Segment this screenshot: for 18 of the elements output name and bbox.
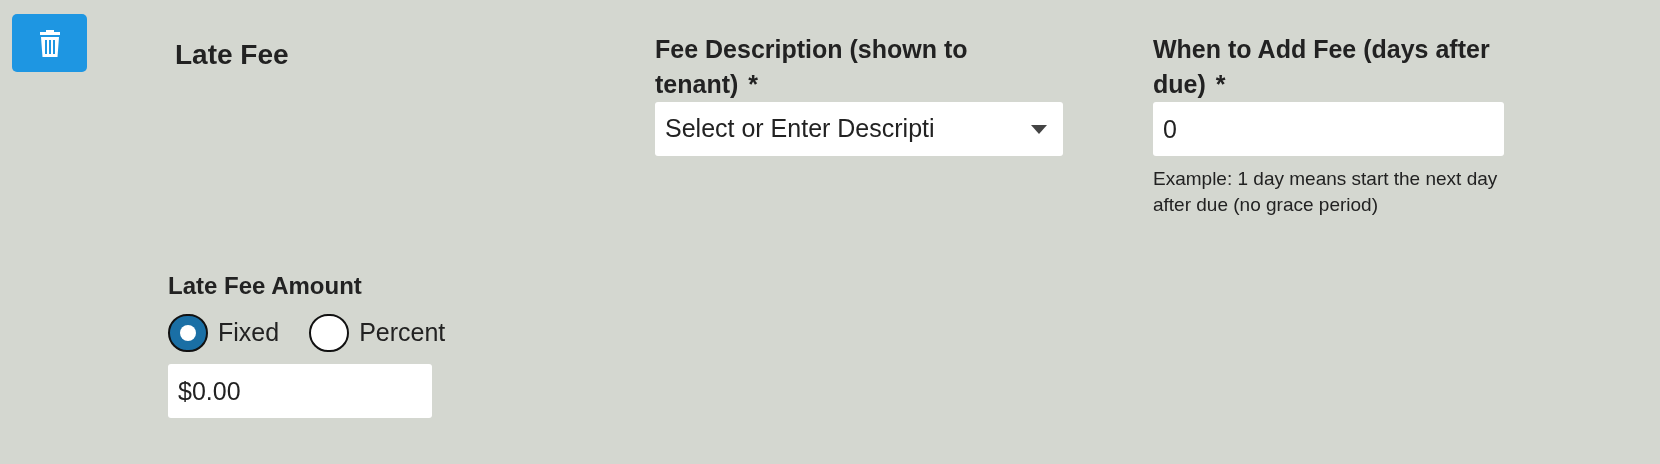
- caret-icon: [1031, 124, 1047, 134]
- trash-icon: [38, 29, 61, 57]
- amount-input[interactable]: $0.00: [168, 364, 432, 418]
- required-asterisk: *: [1215, 70, 1226, 98]
- help-text: Example: 1 day means start the next day after due (no grace period): [1153, 167, 1499, 217]
- field-label: When to Add Fee (days after due) *: [1153, 34, 1491, 100]
- field-label: Late Fee Amount: [168, 271, 363, 301]
- description-select[interactable]: Select or Enter Descripti: [655, 102, 1063, 156]
- radio-option[interactable]: Fixed: [168, 314, 280, 352]
- delete-button[interactable]: [12, 14, 87, 72]
- radio-option[interactable]: Percent: [309, 314, 446, 352]
- radio-button[interactable]: [309, 314, 350, 352]
- required-asterisk: *: [748, 70, 759, 98]
- select-placeholder: Select or Enter Descripti: [665, 113, 936, 145]
- days-input[interactable]: 0: [1153, 102, 1504, 156]
- section-title: Late Fee: [175, 38, 290, 72]
- field-label: Fee Description (shown to tenant) *: [655, 34, 969, 100]
- radio-button[interactable]: [168, 314, 208, 352]
